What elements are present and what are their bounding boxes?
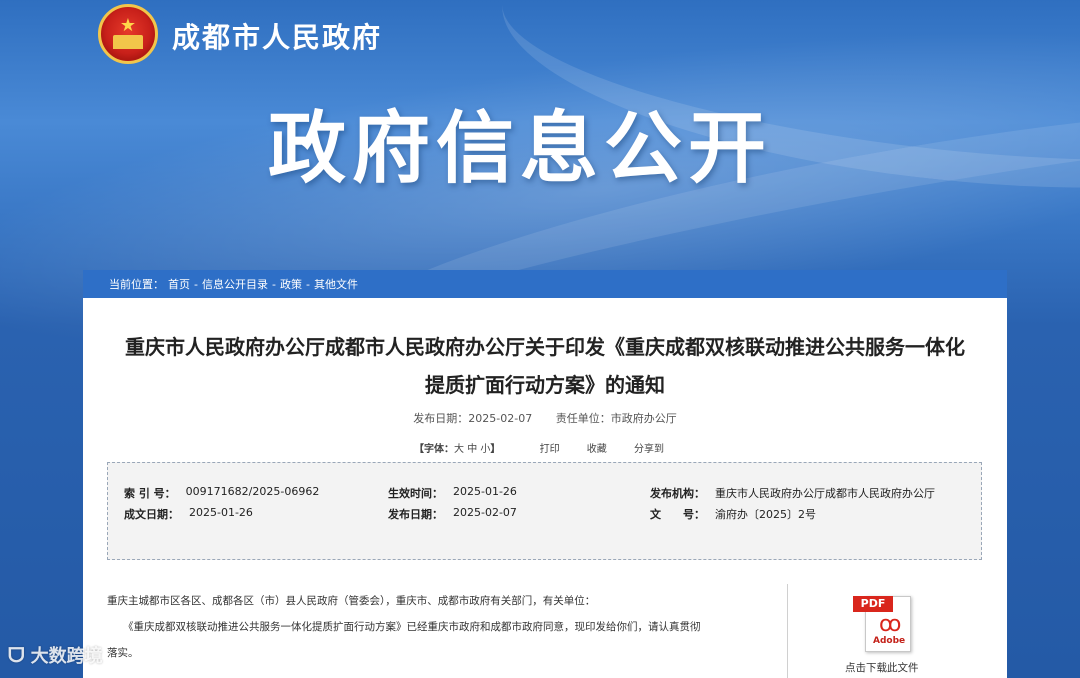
breadcrumb-item-catalog[interactable]: 信息公开目录 — [202, 276, 268, 292]
site-name[interactable]: 成都市人民政府 — [172, 16, 382, 56]
info-value: 渝府办〔2025〕2号 — [715, 508, 816, 521]
font-size-large-button[interactable]: 大 — [454, 444, 464, 455]
favorite-button[interactable]: 收藏 — [587, 444, 607, 455]
responsible-department: 责任单位：市政府办公厅 — [555, 412, 677, 425]
banner-title: 政府信息公开 — [268, 104, 773, 194]
font-size-small-button[interactable]: 小 — [480, 444, 490, 455]
adobe-logo-icon: ꝏ — [879, 612, 902, 637]
document-title-line: 提质扩面行动方案》的通知 — [425, 373, 665, 397]
info-written-date: 成文日期： 2025-01-26 — [124, 506, 253, 522]
breadcrumb-prefix: 当前位置： — [109, 278, 164, 291]
font-size-close: 】 — [490, 444, 501, 455]
share-button[interactable]: 分享到 — [634, 444, 664, 455]
breadcrumb-item-home[interactable]: 首页 — [168, 276, 190, 292]
info-value: 2025-02-07 — [453, 506, 517, 519]
info-value: 009171682/2025-06962 — [185, 485, 320, 498]
adobe-label: Adobe — [873, 636, 906, 646]
content-panel: 当前位置： 首页 - 信息公开目录 - 政策 - 其他文件 重庆市人民政府办公厅… — [83, 270, 1007, 678]
document-title-line: 重庆市人民政府办公厅成都市人民政府办公厅关于印发《重庆成都双核联动推进公共服务一… — [125, 335, 965, 359]
body-paragraph: 《重庆成都双核联动推进公共服务一体化提质扩面行动方案》已经重庆市政府和成都市政府… — [123, 621, 701, 633]
star-icon: ★ — [119, 15, 137, 36]
gate-icon — [113, 35, 143, 49]
breadcrumb-item-policy[interactable]: 政策 — [280, 276, 302, 292]
font-size-selector: 【字体：大 中 小】 — [414, 444, 504, 455]
info-label: 生效时间： — [388, 487, 443, 500]
document-toolbar: 【字体：大 中 小】 打印 收藏 分享到 — [83, 440, 1007, 455]
pdf-tag: PDF — [853, 596, 893, 612]
download-link[interactable]: 点击下载此文件 — [845, 660, 919, 675]
publish-date: 发布日期：2025-02-07 — [413, 412, 533, 425]
info-label: 文 号： — [650, 508, 705, 521]
pdf-download-icon[interactable]: PDF ꝏ Adobe — [851, 592, 915, 652]
document-title: 重庆市人民政府办公厅成都市人民政府办公厅关于印发《重庆成都双核联动推进公共服务一… — [83, 328, 1007, 404]
font-size-medium-button[interactable]: 中 — [467, 444, 477, 455]
document-info-table: 索 引 号： 009171682/2025-06962 生效时间： 2025-0… — [107, 462, 982, 560]
national-emblem-icon: ★ — [98, 4, 158, 64]
info-label: 索 引 号： — [124, 487, 176, 500]
breadcrumb-separator: - — [194, 277, 198, 291]
info-label: 发布机构： — [650, 487, 705, 500]
divider — [787, 584, 788, 678]
info-published-date: 发布日期： 2025-02-07 — [388, 506, 517, 522]
info-label: 发布日期： — [388, 508, 443, 521]
document-body: 重庆主城都市区各区、成都各区（市）县人民政府（管委会），重庆市、成都市政府有关部… — [107, 588, 787, 666]
body-paragraph: 重庆主城都市区各区、成都各区（市）县人民政府（管委会），重庆市、成都市政府有关部… — [107, 595, 596, 607]
body-paragraph: 落实。 — [107, 647, 139, 659]
info-effective: 生效时间： 2025-01-26 — [388, 485, 517, 501]
info-issuer: 发布机构： 重庆市人民政府办公厅成都市人民政府办公厅 — [650, 485, 935, 501]
info-value: 2025-01-26 — [189, 506, 253, 519]
document-meta: 发布日期：2025-02-07 责任单位：市政府办公厅 — [83, 410, 1007, 426]
watermark: ᗜ 大数跨境 — [8, 642, 103, 668]
breadcrumb: 当前位置： 首页 - 信息公开目录 - 政策 - 其他文件 — [83, 270, 1007, 298]
breadcrumb-separator: - — [305, 277, 310, 291]
info-index: 索 引 号： 009171682/2025-06962 — [124, 485, 319, 501]
print-button[interactable]: 打印 — [540, 444, 560, 455]
breadcrumb-item-other-files[interactable]: 其他文件 — [314, 276, 358, 292]
info-doc-number: 文 号： 渝府办〔2025〕2号 — [650, 506, 816, 522]
info-label: 成文日期： — [124, 508, 179, 521]
watermark-logo-icon: ᗜ — [8, 643, 25, 667]
info-value: 重庆市人民政府办公厅成都市人民政府办公厅 — [715, 487, 935, 500]
watermark-text: 大数跨境 — [30, 646, 103, 667]
font-size-label: 【字体： — [414, 444, 455, 455]
info-value: 2025-01-26 — [453, 485, 517, 498]
breadcrumb-separator: - — [271, 277, 276, 291]
